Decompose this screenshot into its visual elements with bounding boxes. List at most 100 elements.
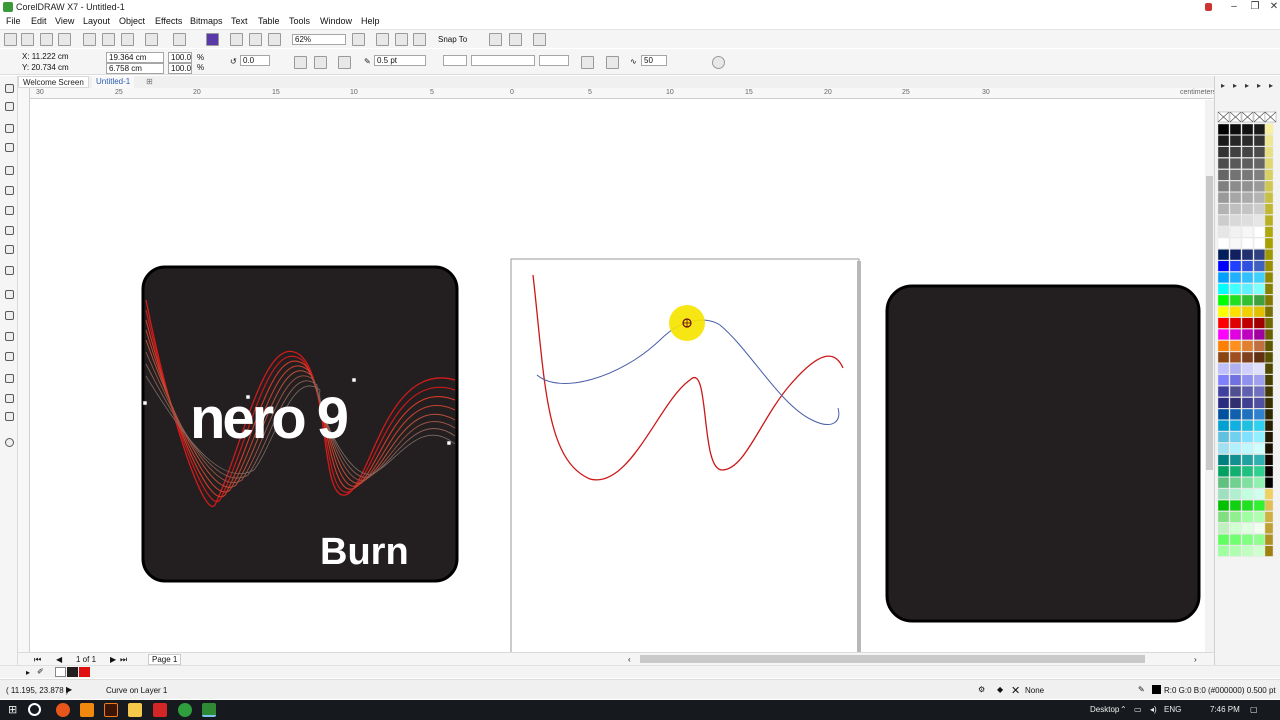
palette-swatch[interactable]	[1253, 169, 1266, 181]
palette-swatch[interactable]	[1217, 214, 1230, 226]
palette-swatch[interactable]	[1217, 351, 1230, 363]
palette-swatch[interactable]	[1217, 157, 1230, 169]
snap-to-dropdown[interactable]: Snap To	[438, 35, 467, 44]
palette-swatch[interactable]	[1264, 488, 1274, 500]
palette-swatch[interactable]	[1264, 397, 1274, 409]
palette-swatch[interactable]	[1264, 328, 1274, 340]
help-person-icon[interactable]	[1196, 0, 1220, 14]
palette-swatch[interactable]	[1253, 192, 1266, 204]
palette-swatch[interactable]	[1264, 294, 1274, 306]
palette-swatch[interactable]	[1229, 328, 1242, 340]
palette-swatch[interactable]	[1229, 169, 1242, 181]
menu-window[interactable]: Window	[320, 16, 352, 26]
coreldraw-taskbar-icon[interactable]	[202, 703, 216, 717]
export-icon[interactable]	[249, 33, 262, 46]
connector-tool-icon[interactable]	[5, 311, 14, 320]
red-swatch[interactable]	[79, 667, 90, 677]
palette-swatch[interactable]	[1253, 306, 1266, 318]
palette-swatch[interactable]	[1264, 408, 1274, 420]
menu-edit[interactable]: Edit	[31, 16, 47, 26]
options-icon[interactable]	[489, 33, 502, 46]
palette-menu-icon[interactable]: ▸	[26, 668, 30, 677]
palette-swatch[interactable]	[1229, 237, 1242, 249]
scale-y-field[interactable]: 100.0	[168, 63, 192, 74]
palette-swatch[interactable]	[1241, 226, 1254, 238]
freehand-tool-icon[interactable]	[5, 166, 14, 175]
palette-swatch[interactable]	[1253, 294, 1266, 306]
full-screen-preview-icon[interactable]	[352, 33, 365, 46]
palette-swatch[interactable]	[1264, 317, 1274, 329]
palette-swatch[interactable]	[1253, 351, 1266, 363]
palette-swatch[interactable]	[1229, 488, 1242, 500]
crop-tool-icon[interactable]	[5, 124, 14, 133]
palette-swatch[interactable]	[1253, 157, 1266, 169]
palette-swatch[interactable]	[1264, 420, 1274, 432]
start-arrowhead-select[interactable]	[443, 55, 467, 66]
palette-swatch[interactable]	[1217, 397, 1230, 409]
menu-effects[interactable]: Effects	[155, 16, 182, 26]
vlc-icon[interactable]	[80, 703, 94, 717]
search-content-icon[interactable]	[206, 33, 219, 46]
smart-fill-tool-icon[interactable]	[5, 412, 14, 421]
palette-swatch[interactable]	[1253, 203, 1266, 215]
play-icon[interactable]: ▶	[66, 685, 72, 694]
show-rulers-icon[interactable]	[376, 33, 389, 46]
palette-swatch[interactable]	[1229, 500, 1242, 512]
position-y-field[interactable]: Y: 20.734 cm	[20, 63, 70, 74]
last-page-icon[interactable]: ⏭	[120, 655, 127, 665]
clock[interactable]: 7:46 PM	[1210, 705, 1240, 714]
network-icon[interactable]: ▭	[1134, 705, 1142, 714]
firefox-icon[interactable]	[56, 703, 70, 717]
drawing-canvas[interactable]: nero 9 Burn	[31, 100, 1205, 652]
palette-swatch[interactable]	[1217, 135, 1230, 147]
palette-swatch[interactable]	[1241, 283, 1254, 295]
palette-swatch[interactable]	[1264, 454, 1274, 466]
quick-customize-tools-icon[interactable]	[5, 438, 14, 447]
palette-swatch[interactable]	[1217, 477, 1230, 489]
palette-swatch[interactable]	[1241, 260, 1254, 272]
palette-swatch[interactable]	[1241, 420, 1254, 432]
palette-swatch[interactable]	[1264, 431, 1274, 443]
palette-swatch[interactable]	[1253, 317, 1266, 329]
menu-object[interactable]: Object	[119, 16, 145, 26]
canvas-artwork[interactable]: nero 9 Burn	[31, 100, 1205, 652]
new-document-icon[interactable]	[4, 33, 17, 46]
palette-swatch[interactable]	[1241, 431, 1254, 443]
no-color-swatch[interactable]	[1253, 111, 1266, 123]
parallel-dimension-tool-icon[interactable]	[5, 290, 14, 299]
page-tab[interactable]: Page 1	[148, 654, 182, 665]
palette-swatch[interactable]	[1241, 408, 1254, 420]
palette-swatch[interactable]	[1253, 226, 1266, 238]
line-style-select[interactable]	[471, 55, 535, 66]
palette-scroll-arrow-icon[interactable]: ▸	[1257, 81, 1261, 90]
palette-swatch[interactable]	[1241, 363, 1254, 375]
palette-swatch[interactable]	[1253, 374, 1266, 386]
palette-swatch[interactable]	[1264, 477, 1274, 489]
tab-untitled-1[interactable]: Untitled-1	[92, 76, 135, 88]
palette-swatch[interactable]	[1253, 522, 1266, 534]
palette-swatch[interactable]	[1264, 271, 1274, 283]
file-explorer-icon[interactable]	[128, 703, 142, 717]
horizontal-scroll-thumb[interactable]	[640, 655, 1145, 663]
palette-swatch[interactable]	[1241, 203, 1254, 215]
palette-swatch[interactable]	[1241, 237, 1254, 249]
fill-settings-icon[interactable]: ⚙	[978, 685, 985, 694]
palette-swatch[interactable]	[1217, 226, 1230, 238]
palette-swatch[interactable]	[1264, 465, 1274, 477]
palette-swatch[interactable]	[1264, 500, 1274, 512]
palette-swatch[interactable]	[1217, 363, 1230, 375]
palette-swatch[interactable]	[1241, 306, 1254, 318]
menu-view[interactable]: View	[55, 16, 74, 26]
palette-swatch[interactable]	[1241, 465, 1254, 477]
palette-swatch[interactable]	[1253, 545, 1266, 557]
palette-swatch[interactable]	[1253, 260, 1266, 272]
palette-swatch[interactable]	[1217, 271, 1230, 283]
palette-swatch[interactable]	[1229, 351, 1242, 363]
palette-swatch[interactable]	[1264, 522, 1274, 534]
menu-text[interactable]: Text	[231, 16, 248, 26]
palette-scroll-arrow-icon[interactable]: ▸	[1269, 81, 1273, 90]
selection-node[interactable]	[351, 377, 357, 383]
palette-swatch[interactable]	[1229, 214, 1242, 226]
palette-swatch[interactable]	[1217, 420, 1230, 432]
palette-swatch[interactable]	[1264, 374, 1274, 386]
